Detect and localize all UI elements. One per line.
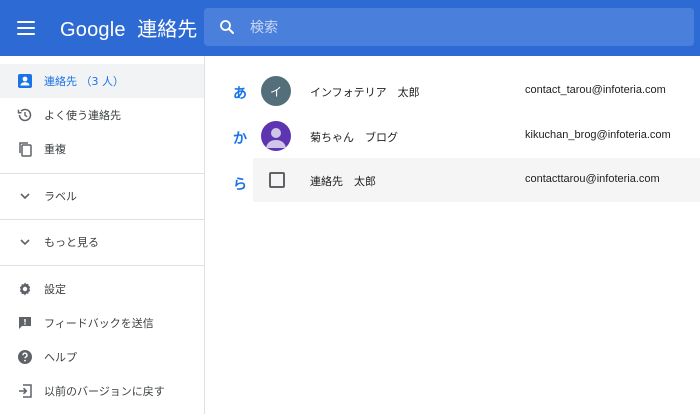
sidebar-divider [0,173,204,174]
sidebar-item-label: もっと見る [44,236,99,249]
sidebar-item-more[interactable]: もっと見る [0,225,204,259]
section-letter: あ [233,86,247,102]
sidebar-divider [0,219,204,220]
sidebar-divider [0,265,204,266]
help-icon [16,348,34,366]
section-letter: ら [233,177,247,193]
exit-icon [16,382,34,400]
section-letter: か [233,131,247,147]
contact-row[interactable]: イ インフォテリア 太郎 contact_tarou@infoteria.com [253,69,700,113]
select-checkbox[interactable] [269,172,285,188]
contact-email: kikuchan_brog@infoteria.com [525,129,671,141]
app-logo[interactable]: Google 連絡先 [60,13,197,42]
contact-list: あ か ら イ インフォテリア 太郎 contact_tarou@infoter… [205,56,700,414]
sidebar: 連絡先 （3 人） よく使う連絡先 重複 ラベル もっと見る 設定 フィードバッ… [0,56,205,414]
copy-icon [16,140,34,158]
avatar[interactable] [261,121,291,151]
person-silhouette-icon [266,128,286,148]
app-header: Google 連絡先 [0,0,700,56]
sidebar-item-label: 以前のバージョンに戻す [44,385,165,398]
feedback-icon [16,314,34,332]
logo-google-text: Google [60,19,126,41]
sidebar-item-label: よく使う連絡先 [44,109,121,122]
chevron-down-icon [16,187,34,205]
sidebar-item-label: 重複 [44,143,66,156]
main-menu-button[interactable] [14,16,38,40]
sidebar-item-label: 設定 [44,283,66,296]
search-icon[interactable] [218,18,236,36]
avatar[interactable]: イ [261,76,291,106]
contact-name: インフォテリア 太郎 [310,86,420,99]
sidebar-item-feedback[interactable]: フィードバックを送信 [0,306,204,340]
contact-email: contact_tarou@infoteria.com [525,84,666,96]
gear-icon [16,280,34,298]
sidebar-item-label: 連絡先 （3 人） [44,75,124,88]
contact-row[interactable]: 連絡先 太郎 contacttarou@infoteria.com [253,158,700,202]
sidebar-item-frequent[interactable]: よく使う連絡先 [0,98,204,132]
sidebar-item-revert[interactable]: 以前のバージョンに戻す [0,374,204,408]
sidebar-item-label: ヘルプ [44,351,77,364]
person-icon [16,72,34,90]
contact-name: 菊ちゃん ブログ [310,131,398,144]
sidebar-item-help[interactable]: ヘルプ [0,340,204,374]
sidebar-item-contacts[interactable]: 連絡先 （3 人） [0,64,204,98]
menu-icon [17,21,35,23]
contact-name: 連絡先 太郎 [310,175,376,188]
history-icon [16,106,34,124]
logo-app-text: 連絡先 [137,19,198,41]
contact-email: contacttarou@infoteria.com [525,173,660,185]
sidebar-item-labels[interactable]: ラベル [0,179,204,213]
sidebar-item-duplicates[interactable]: 重複 [0,132,204,166]
sidebar-item-settings[interactable]: 設定 [0,272,204,306]
sidebar-item-label: フィードバックを送信 [44,317,154,330]
search-input[interactable] [248,8,682,48]
contact-row[interactable]: 菊ちゃん ブログ kikuchan_brog@infoteria.com [253,114,700,158]
search-bar[interactable] [204,8,694,48]
sidebar-item-label: ラベル [44,190,77,203]
chevron-down-icon [16,233,34,251]
